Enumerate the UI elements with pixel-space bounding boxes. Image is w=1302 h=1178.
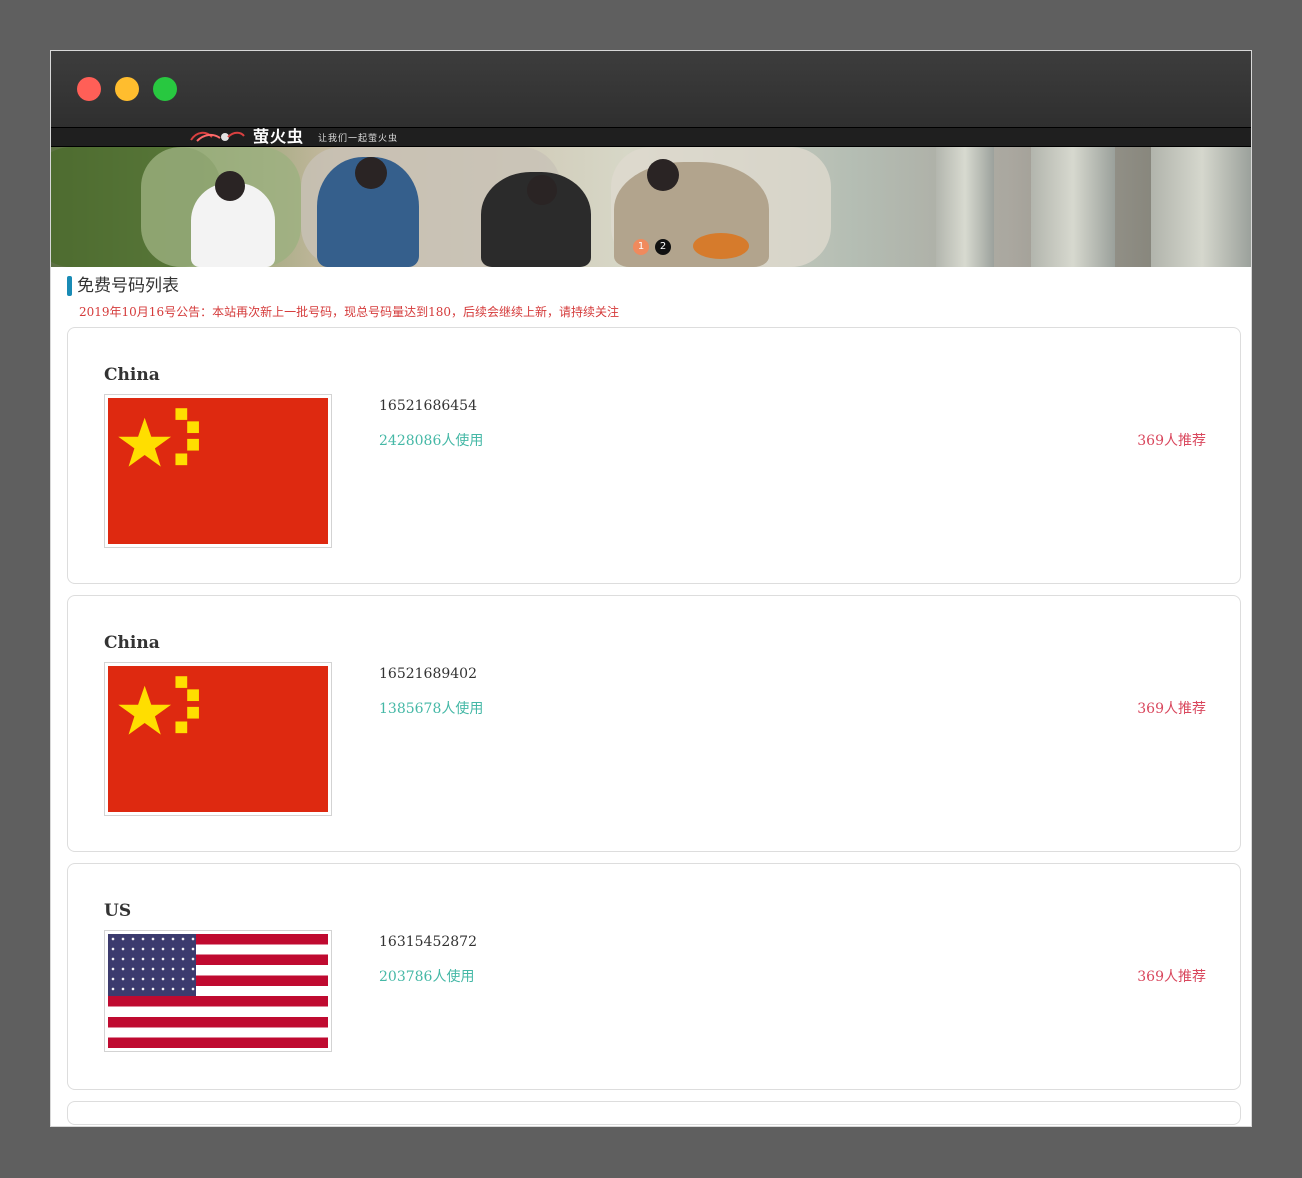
country-name: US	[104, 901, 132, 921]
usage-count: 1385678人使用	[379, 701, 484, 717]
us-flag-canton	[108, 934, 196, 996]
number-list: China 16521686454 2428086人使用 369人推荐 Chin…	[67, 327, 1241, 1125]
window-titlebar	[51, 51, 1251, 127]
maximize-window-icon[interactable]	[153, 77, 177, 101]
usage-count: 2428086人使用	[379, 433, 484, 449]
number-card[interactable]: US 16315452872 203786人使用 369人推荐	[67, 863, 1241, 1090]
phone-number[interactable]: 16521689402	[379, 666, 477, 682]
number-card[interactable]: China 16521686454 2428086人使用 369人推荐	[67, 327, 1241, 584]
phone-number[interactable]: 16315452872	[379, 934, 477, 950]
banner-dot-1[interactable]: 1	[633, 239, 649, 255]
close-window-icon[interactable]	[77, 77, 101, 101]
firefly-logo-icon	[187, 130, 245, 144]
free-number-list-title: 免费号码列表	[67, 275, 1241, 297]
flag-frame[interactable]	[104, 394, 332, 548]
site-logo[interactable]: 萤火虫 让我们一起萤火虫	[187, 128, 398, 146]
us-flag-icon	[108, 934, 328, 1048]
banner-pagination: 1 2	[633, 239, 671, 255]
minimize-window-icon[interactable]	[115, 77, 139, 101]
logo-text: 萤火虫	[253, 127, 305, 146]
hero-banner: 1 2	[51, 147, 1251, 267]
partial-number-card[interactable]	[67, 1101, 1241, 1125]
usage-count: 203786人使用	[379, 969, 475, 985]
recommend-count: 369人推荐	[1137, 969, 1206, 985]
phone-number[interactable]: 16521686454	[379, 398, 477, 414]
site-header: 萤火虫 让我们一起萤火虫	[51, 127, 1251, 147]
country-name: China	[104, 365, 160, 385]
browser-window: 萤火虫 让我们一起萤火虫 1 2 免费号码列表 2019年10月16号公告：本站…	[50, 50, 1252, 1127]
flag-frame[interactable]	[104, 930, 332, 1052]
site-slogan: 让我们一起萤火虫	[318, 133, 399, 144]
china-flag-icon	[108, 666, 328, 812]
banner-dot-2[interactable]: 2	[655, 239, 671, 255]
recommend-count: 369人推荐	[1137, 701, 1206, 717]
country-name: China	[104, 633, 160, 653]
recommend-count: 369人推荐	[1137, 433, 1206, 449]
flag-frame[interactable]	[104, 662, 332, 816]
page-content: 免费号码列表 2019年10月16号公告：本站再次新上一批号码，现总号码量达到1…	[51, 267, 1251, 1125]
announcement-text: 2019年10月16号公告：本站再次新上一批号码，现总号码量达到180，后续会继…	[79, 305, 619, 319]
number-card[interactable]: China 16521689402 1385678人使用 369人推荐	[67, 595, 1241, 852]
china-flag-icon	[108, 398, 328, 544]
